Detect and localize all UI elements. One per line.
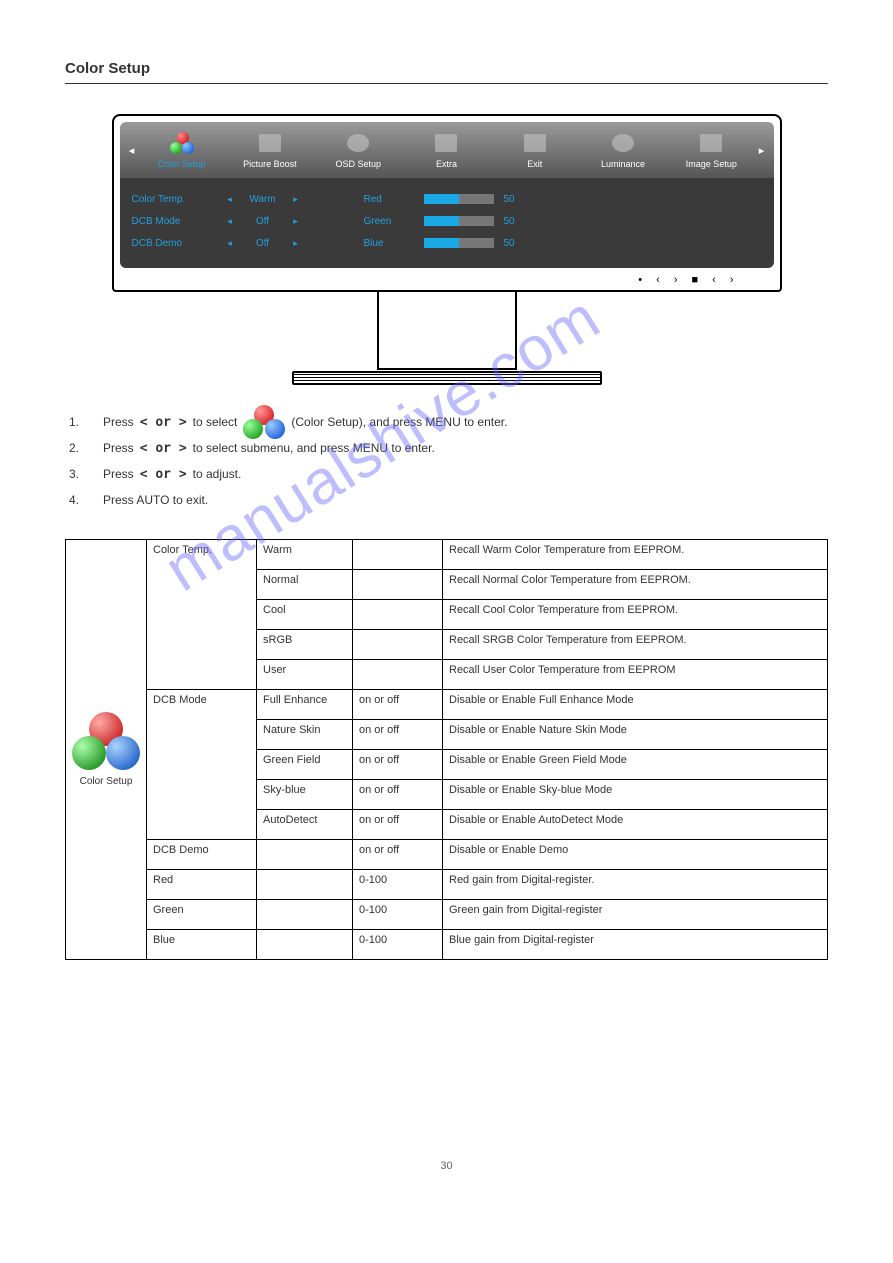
table-cell: Recall Cool Color Temperature from EEPRO… <box>443 600 828 630</box>
table-cell: Recall SRGB Color Temperature from EEPRO… <box>443 630 828 660</box>
table-cell <box>353 540 443 570</box>
osd-tab-osd-setup: OSD Setup <box>314 131 402 169</box>
greater-icon: › <box>674 274 678 286</box>
table-cell: Red gain from Digital-register. <box>443 870 828 900</box>
instruction-list: 1. Press < or > to select (Color Setup),… <box>69 409 828 513</box>
section-title: Color Setup <box>65 60 828 77</box>
triangle-left-icon: ◂ <box>222 194 238 205</box>
table-cell <box>353 630 443 660</box>
monitor-buttons: • ‹ › ■ ‹ › <box>120 268 774 288</box>
osd-tab-bar: ◂ Color Setup Picture Boost OSD Setup Ex… <box>120 122 774 178</box>
table-cell: Disable or Enable Demo <box>443 840 828 870</box>
table-cell: Blue gain from Digital-register <box>443 930 828 960</box>
table-cell <box>257 930 353 960</box>
image-setup-icon <box>700 134 722 152</box>
table-cell: Full Enhance <box>257 690 353 720</box>
osd-body: Color Temp. ◂ Warm ▸ Red 50 DCB Mode ◂ O… <box>120 178 774 268</box>
table-cell <box>353 600 443 630</box>
slider-bar <box>424 216 494 226</box>
table-cell: Recall Normal Color Temperature from EEP… <box>443 570 828 600</box>
table-cell <box>353 660 443 690</box>
spec-table: Color Setup Color Temp. Warm Recall Warm… <box>65 539 828 960</box>
table-cell: Disable or Enable Sky-blue Mode <box>443 780 828 810</box>
table-cell: Warm <box>257 540 353 570</box>
table-cell: Recall Warm Color Temperature from EEPRO… <box>443 540 828 570</box>
table-cell <box>257 870 353 900</box>
osd-tab-color-setup: Color Setup <box>138 131 226 169</box>
table-icon-cell: Color Setup <box>66 540 147 960</box>
dot-icon: • <box>638 274 642 286</box>
osd-row: DCB Demo ◂ Off ▸ Blue 50 <box>132 232 762 254</box>
table-cell: Disable or Enable Nature Skin Mode <box>443 720 828 750</box>
slider-bar <box>424 238 494 248</box>
divider <box>65 83 828 84</box>
table-cell: Color Temp. <box>147 540 257 690</box>
table-cell: 0-100 <box>353 930 443 960</box>
osd-tab-extra: Extra <box>402 131 490 169</box>
square-icon: ■ <box>692 274 699 286</box>
triangle-left-icon: ◂ <box>222 238 238 249</box>
extra-icon <box>435 134 457 152</box>
table-cell: sRGB <box>257 630 353 660</box>
table-cell: Green <box>147 900 257 930</box>
table-cell: Green gain from Digital-register <box>443 900 828 930</box>
triangle-right-icon: ▸ <box>288 238 304 249</box>
table-cell: 0-100 <box>353 870 443 900</box>
table-cell: on or off <box>353 750 443 780</box>
table-cell: on or off <box>353 720 443 750</box>
chevron-left-icon: ◂ <box>126 144 138 157</box>
table-cell: Red <box>147 870 257 900</box>
table-cell: on or off <box>353 810 443 840</box>
table-cell: on or off <box>353 780 443 810</box>
table-cell: User <box>257 660 353 690</box>
osd-tab-picture-boost: Picture Boost <box>226 131 314 169</box>
table-cell: Blue <box>147 930 257 960</box>
list-item: 1. Press < or > to select (Color Setup),… <box>69 409 828 435</box>
osd-setup-icon <box>347 134 369 152</box>
table-cell <box>257 900 353 930</box>
list-item: 4. Press AUTO to exit. <box>69 487 828 513</box>
list-item: 3. Press < or > to adjust. <box>69 461 828 487</box>
table-cell: on or off <box>353 690 443 720</box>
picture-boost-icon <box>259 134 281 152</box>
greater-icon: › <box>730 274 734 286</box>
triangle-right-icon: ▸ <box>288 194 304 205</box>
osd-tab-exit: Exit <box>491 131 579 169</box>
osd-row: Color Temp. ◂ Warm ▸ Red 50 <box>132 188 762 210</box>
table-cell: Green Field <box>257 750 353 780</box>
table-cell: Disable or Enable Full Enhance Mode <box>443 690 828 720</box>
table-cell: Cool <box>257 600 353 630</box>
table-cell: Normal <box>257 570 353 600</box>
triangle-right-icon: ▸ <box>288 216 304 227</box>
list-item: 2. Press < or > to select submenu, and p… <box>69 435 828 461</box>
less-icon: ‹ <box>712 274 716 286</box>
table-cell: 0-100 <box>353 900 443 930</box>
color-setup-icon <box>243 405 285 439</box>
less-icon: ‹ <box>656 274 660 286</box>
table-cell: on or off <box>353 840 443 870</box>
color-setup-icon <box>170 132 194 154</box>
table-cell: Sky-blue <box>257 780 353 810</box>
table-cell <box>353 570 443 600</box>
chevron-right-icon: ▸ <box>755 144 767 157</box>
table-cell: Recall User Color Temperature from EEPRO… <box>443 660 828 690</box>
table-cell: DCB Mode <box>147 690 257 840</box>
table-cell: Nature Skin <box>257 720 353 750</box>
table-cell: Disable or Enable AutoDetect Mode <box>443 810 828 840</box>
color-setup-icon <box>72 712 140 770</box>
osd-row: DCB Mode ◂ Off ▸ Green 50 <box>132 210 762 232</box>
luminance-icon <box>612 134 634 152</box>
triangle-left-icon: ◂ <box>222 216 238 227</box>
exit-icon <box>524 134 546 152</box>
table-cell: AutoDetect <box>257 810 353 840</box>
osd-tab-luminance: Luminance <box>579 131 667 169</box>
table-cell: DCB Demo <box>147 840 257 870</box>
table-cell: Disable or Enable Green Field Mode <box>443 750 828 780</box>
monitor-illustration: ◂ Color Setup Picture Boost OSD Setup Ex… <box>65 114 828 385</box>
table-cell <box>257 840 353 870</box>
osd-tab-image-setup: Image Setup <box>667 131 755 169</box>
page-number: 30 <box>65 1160 828 1172</box>
slider-bar <box>424 194 494 204</box>
